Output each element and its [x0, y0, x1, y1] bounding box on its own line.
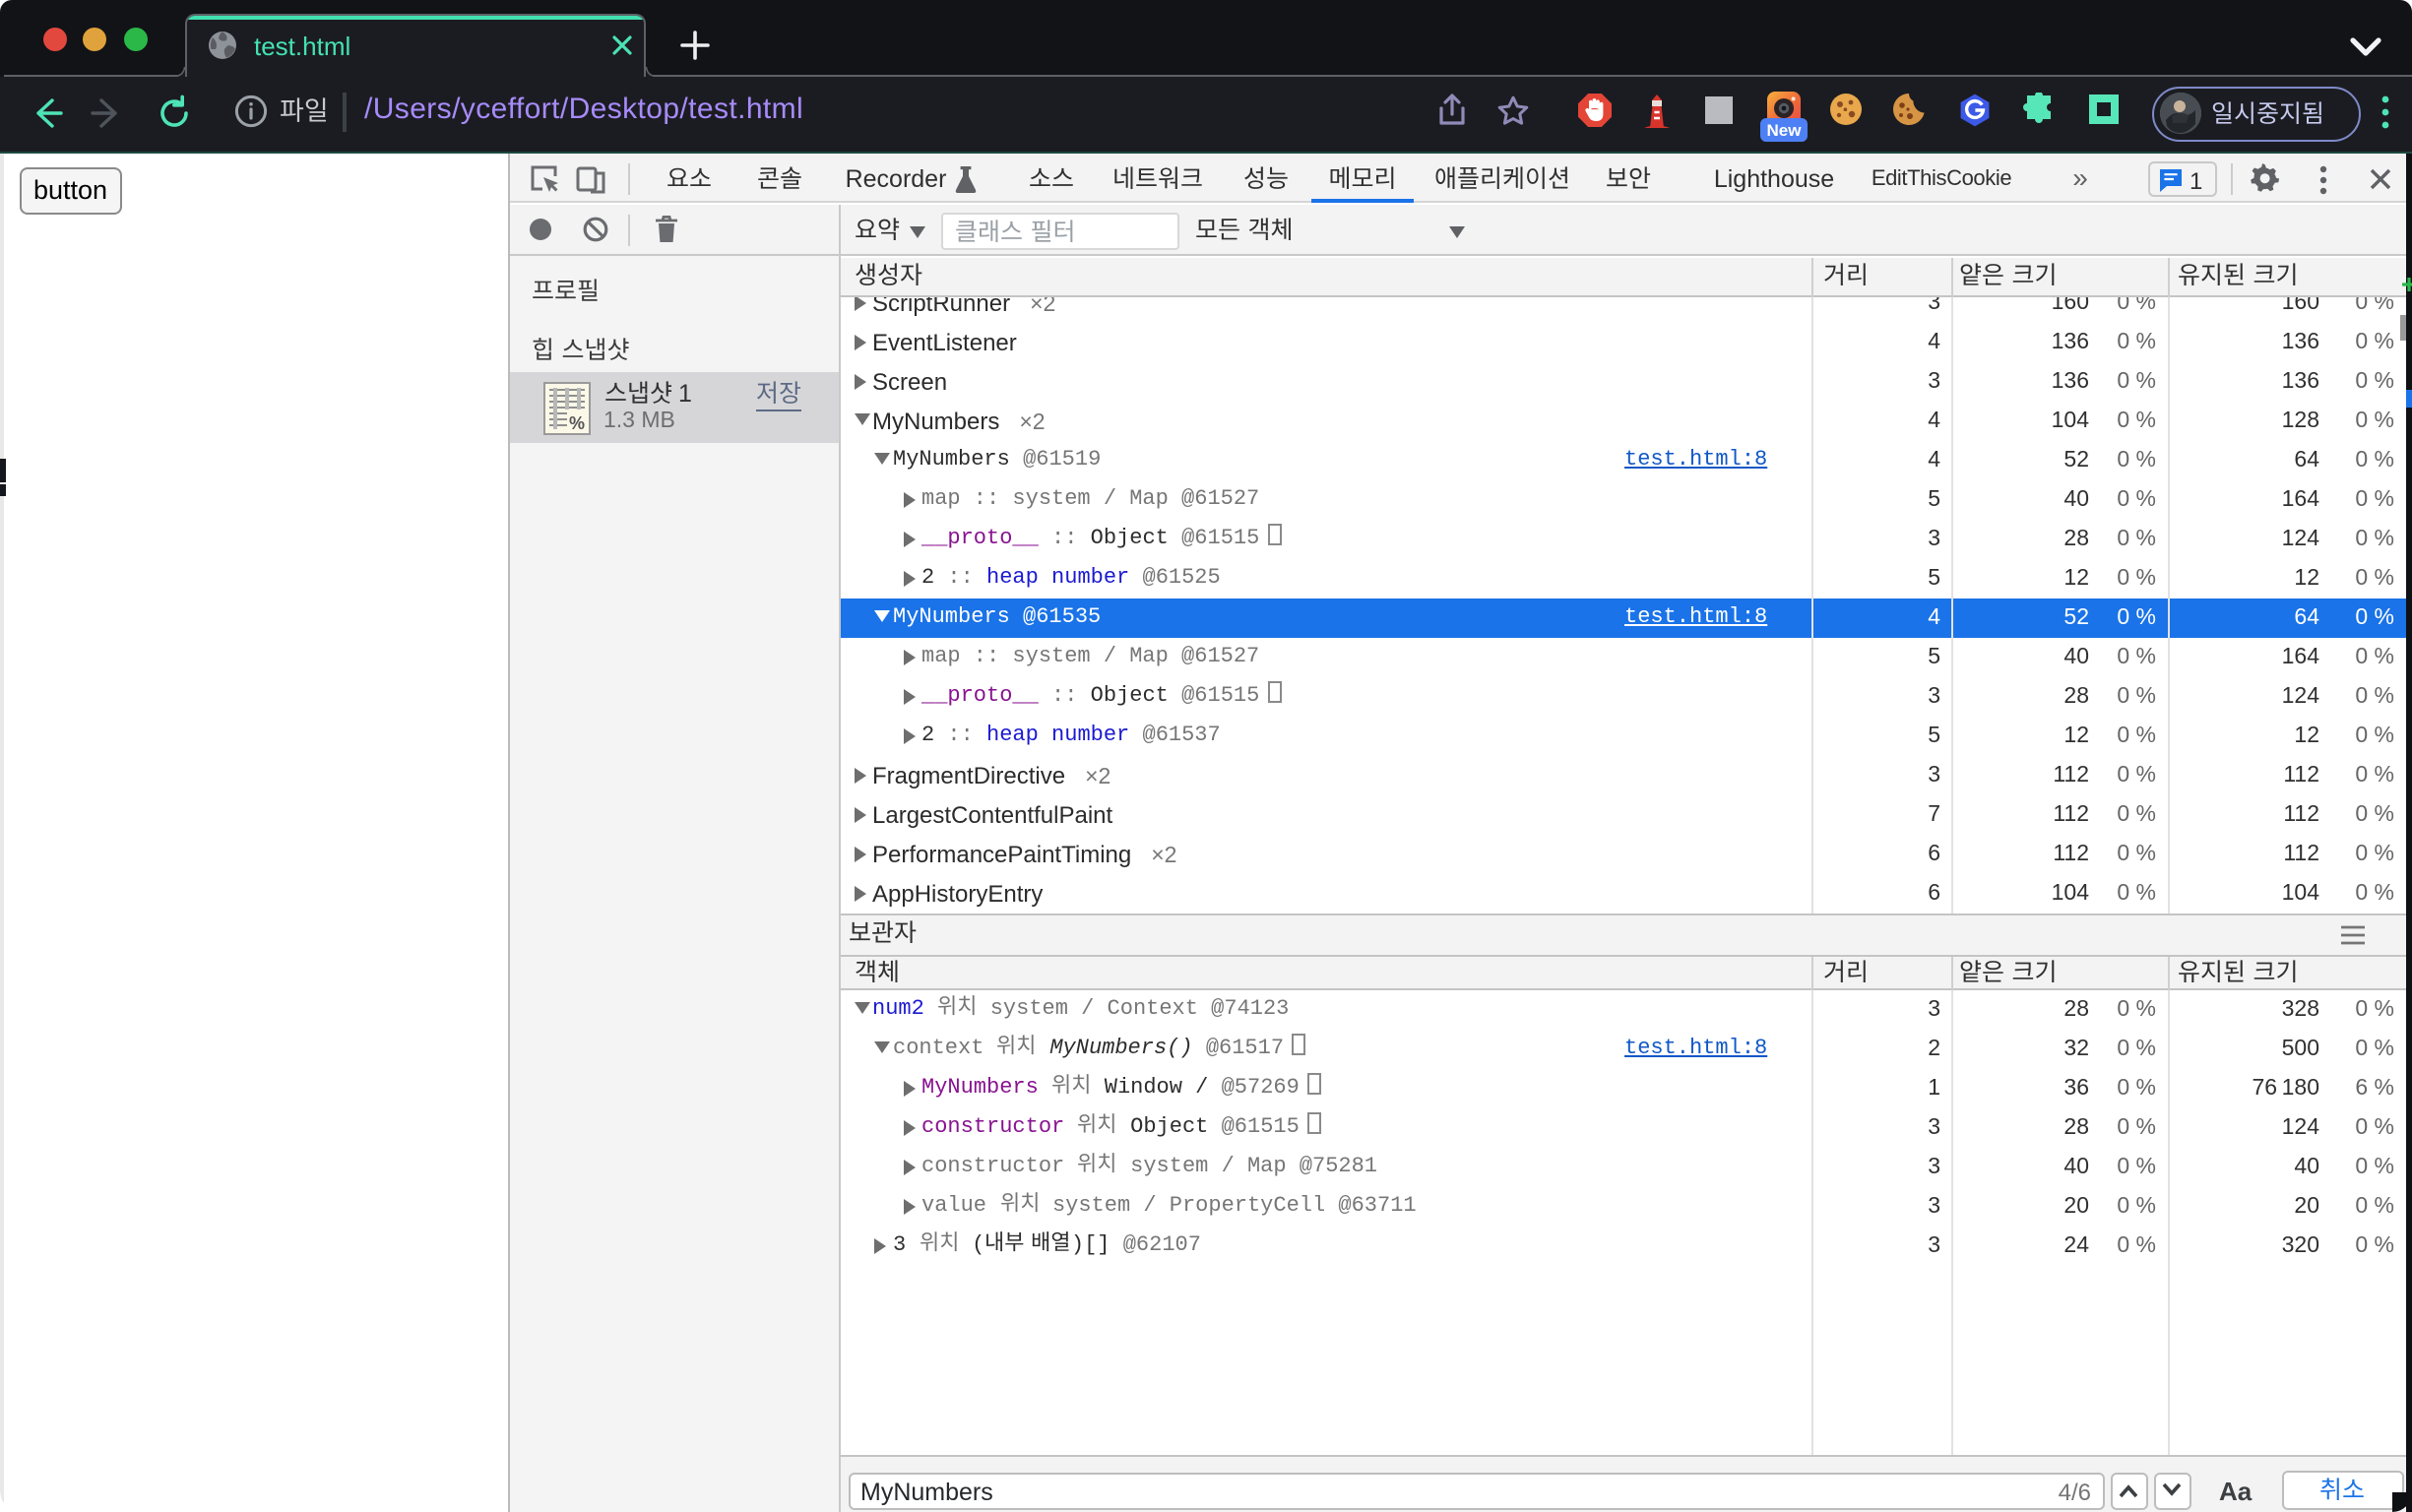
- svg-text:%: %: [568, 412, 584, 432]
